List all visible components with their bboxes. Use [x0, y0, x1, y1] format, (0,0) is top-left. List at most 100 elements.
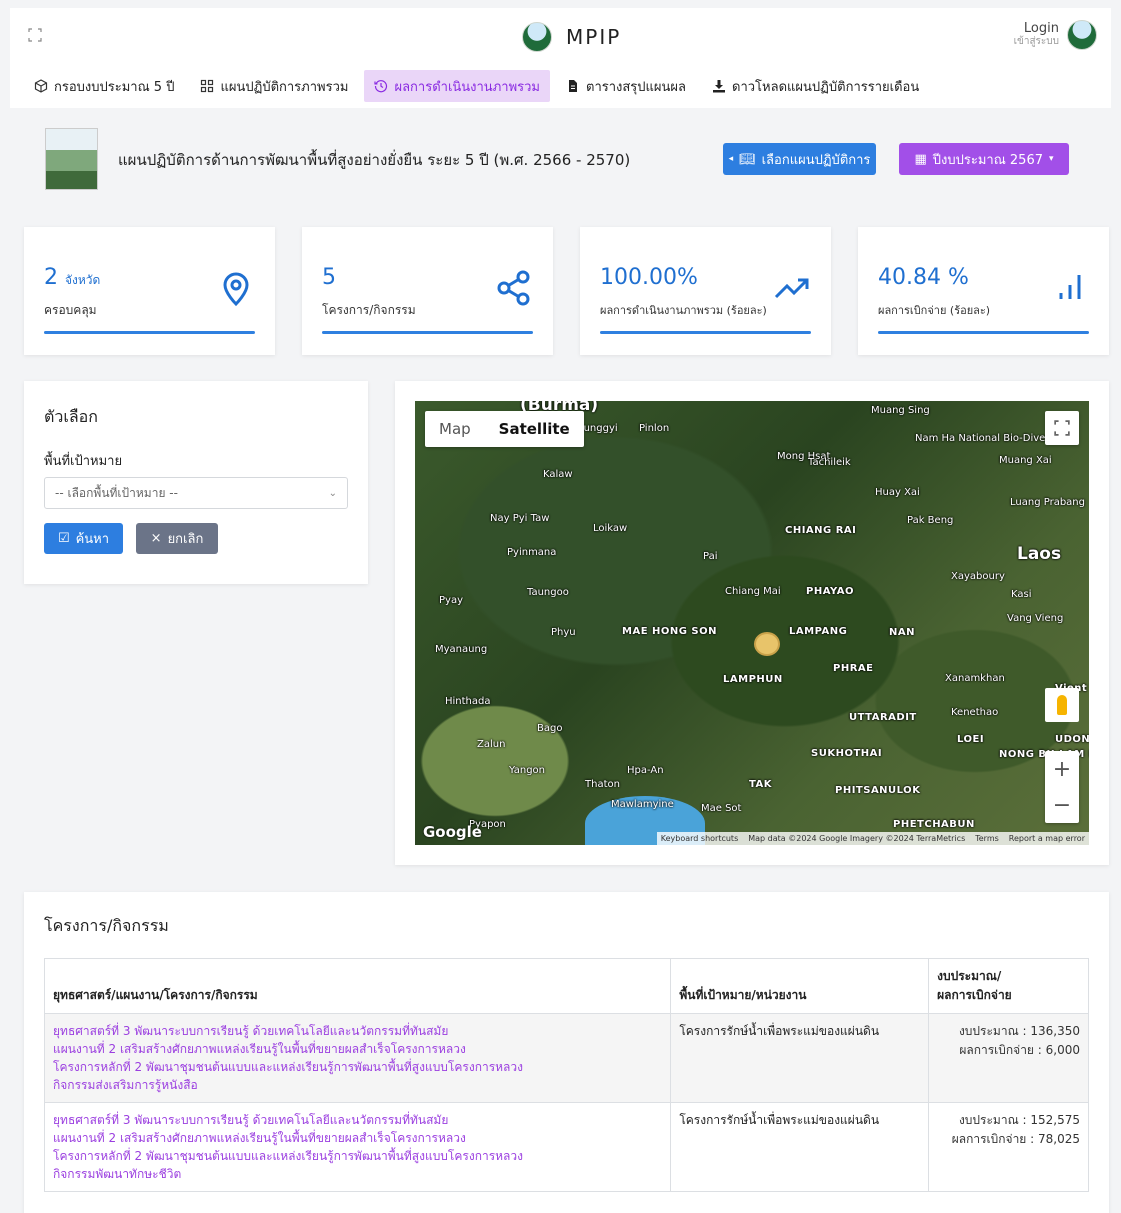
menu-item-overall-plan[interactable]: แผนปฏิบัติการภาพรวม: [190, 70, 358, 102]
map-fullscreen-button[interactable]: [1045, 411, 1079, 445]
fiscal-year-dropdown[interactable]: ▦ ปีงบประมาณ 2567 ▾: [899, 143, 1069, 175]
map-pin-icon: [223, 272, 249, 307]
activity-link[interactable]: กิจกรรมส่งเสริมการรู้หนังสือ: [53, 1076, 662, 1094]
menu-item-label: กรอบงบประมาณ 5 ปี: [54, 79, 175, 95]
fiscal-year-label: ปีงบประมาณ 2567: [932, 152, 1043, 168]
stat-underline: [600, 331, 811, 334]
select-plan-button[interactable]: ◂ 📖︎ เลือกแผนปฏิบัติการ: [723, 143, 876, 175]
map-place-label: Laos: [1017, 544, 1062, 564]
bar-chart-icon: [1059, 275, 1081, 299]
stat-card-performance: 100.00% ผลการดำเนินงานภาพรวม (ร้อยละ): [580, 227, 831, 355]
stat-label: โครงการ/กิจกรรม: [322, 303, 416, 317]
target-area-select[interactable]: -- เลือกพื้นที่เป้าหมาย -- ⌄: [44, 477, 348, 509]
map-place-label: PHITSANULOK: [835, 785, 921, 796]
projects-title: โครงการ/กิจกรรม: [44, 916, 169, 935]
select-plan-label: เลือกแผนปฏิบัติการ: [761, 152, 871, 168]
history-icon: [374, 80, 388, 93]
map-place-label: Nay Pyi Taw: [490, 513, 550, 524]
budget-value: งบประมาณ : 136,350: [958, 1024, 1080, 1038]
projects-panel: โครงการ/กิจกรรม ยุทธศาสตร์/แผนงาน/โครงกา…: [24, 892, 1109, 1213]
stat-value: 100.00%: [600, 265, 698, 290]
map-place-label: Zalun: [477, 739, 506, 750]
plan-title: แผนปฏิบัติการด้านการพัฒนาพื้นที่สูงอย่าง…: [118, 151, 631, 169]
main-project-link[interactable]: โครงการหลักที่ 2 พัฒนาชุมชนต้นแบบและแหล่…: [53, 1147, 662, 1165]
map-place-label: TAK: [749, 779, 773, 790]
menu-item-label: ดาวโหลดแผนปฏิบัติการรายเดือน: [732, 79, 920, 95]
map-zoom-controls: + −: [1045, 751, 1079, 823]
menu-item-label: ผลการดำเนินงานภาพรวม: [394, 79, 540, 95]
map-type-map-button[interactable]: Map: [425, 411, 485, 447]
plan-link[interactable]: แผนงานที่ 2 เสริมสร้างศักยภาพแหล่งเรียนร…: [53, 1040, 662, 1058]
table-row[interactable]: ยุทธศาสตร์ที่ 3 พัฒนาระบบการเรียนรู้ ด้ว…: [43, 1013, 1089, 1103]
fullscreen-icon: [1054, 420, 1070, 436]
login-button[interactable]: Login เข้าสู่ระบบ: [1014, 20, 1097, 50]
table-row[interactable]: ยุทธศาสตร์ที่ 3 พัฒนาระบบการเรียนรู้ ด้ว…: [43, 1102, 1089, 1192]
plan-link[interactable]: แผนงานที่ 2 เสริมสร้างศักยภาพแหล่งเรียนร…: [53, 1129, 662, 1147]
project-path[interactable]: ยุทธศาสตร์ที่ 3 พัฒนาระบบการเรียนรู้ ด้ว…: [43, 1013, 672, 1103]
map-place-label: Hinthada: [445, 696, 491, 707]
stat-card-disbursement: 40.84 % ผลการเบิกจ่าย (ร้อยละ): [858, 227, 1109, 355]
map-place-label: Taungoo: [527, 587, 569, 598]
map-canvas[interactable]: (Burma) Taunggyi Pinlon Muang Sing Nam Ha Na…: [415, 401, 1089, 845]
map-place-label: SUKHOTHAI: [811, 748, 883, 759]
project-path[interactable]: ยุทธศาสตร์ที่ 3 พัฒนาระบบการเรียนรู้ ด้ว…: [43, 1102, 672, 1192]
user-avatar-icon: [1067, 20, 1097, 50]
target-area-label: พื้นที่เป้าหมาย: [44, 454, 123, 469]
chevron-down-icon: ⌄: [328, 487, 337, 499]
cube-icon: [34, 79, 48, 93]
activity-link[interactable]: กิจกรรมพัฒนาทักษะชีวิต: [53, 1165, 662, 1183]
map-place-label: LAMPHUN: [723, 674, 783, 685]
map-place-label: Kenethao: [951, 707, 999, 718]
map-place-label: Pai: [703, 551, 718, 562]
fullscreen-icon[interactable]: [28, 28, 42, 42]
map-place-label: PHETCHABUN: [893, 819, 975, 830]
map-place-label: Hpa-An: [627, 765, 664, 776]
map-place-label: UDON TH: [1055, 734, 1089, 745]
top-header: MPIP Login เข้าสู่ระบบ: [10, 8, 1111, 64]
menu-item-budget-frame[interactable]: กรอบงบประมาณ 5 ปี: [24, 70, 184, 102]
map-place-label: Mawlamyine: [611, 799, 674, 810]
book-icon: 📖︎: [739, 151, 756, 167]
strategy-link[interactable]: ยุทธศาสตร์ที่ 3 พัฒนาระบบการเรียนรู้ ด้ว…: [53, 1022, 662, 1040]
stat-label: ครอบคลุม: [44, 303, 97, 317]
stat-value: 40.84 %: [878, 265, 969, 290]
menu-item-overall-results[interactable]: ผลการดำเนินงานภาพรวม: [364, 70, 550, 102]
zoom-out-button[interactable]: −: [1045, 787, 1079, 823]
grid-icon: [201, 79, 214, 93]
menu-item-label: ตารางสรุปแผนผล: [586, 79, 687, 95]
map-place-label: Chiang Mai: [725, 586, 781, 597]
login-label: Login: [1023, 21, 1059, 36]
main-project-link[interactable]: โครงการหลักที่ 2 พัฒนาชุมชนต้นแบบและแหล่…: [53, 1058, 662, 1076]
keyboard-shortcuts-link[interactable]: Keyboard shortcuts: [661, 834, 738, 843]
street-view-pegman-icon[interactable]: [1045, 688, 1079, 722]
spent-value: ผลการเบิกจ่าย : 78,025: [951, 1132, 1080, 1146]
report-map-error-link[interactable]: Report a map error: [1009, 834, 1085, 843]
budget-cell: งบประมาณ : 136,350 ผลการเบิกจ่าย : 6,000: [928, 1013, 1089, 1103]
map-place-label: Huay Xai: [875, 487, 920, 498]
trend-up-icon: [774, 278, 809, 299]
file-icon: [569, 80, 577, 92]
project-marker-icon[interactable]: [754, 632, 780, 656]
filter-panel: ตัวเลือก พื้นที่เป้าหมาย -- เลือกพื้นที่…: [24, 381, 368, 584]
menu-item-monthly-download[interactable]: ดาวโหลดแผนปฏิบัติการรายเดือน: [702, 70, 929, 102]
map-type-satellite-button[interactable]: Satellite: [485, 411, 584, 447]
check-square-icon: ☑︎: [57, 531, 70, 546]
brand-name: MPIP: [566, 25, 622, 49]
terms-link[interactable]: Terms: [975, 834, 999, 843]
map-place-label: Kasi: [1011, 589, 1032, 600]
map-place-label: NAN: [889, 627, 915, 638]
chevron-left-icon: ◂: [728, 154, 734, 164]
stat-underline: [878, 331, 1089, 334]
stat-label: ผลการดำเนินงานภาพรวม (ร้อยละ): [600, 304, 767, 317]
map-type-toggle: Map Satellite: [425, 411, 584, 447]
search-button[interactable]: ☑︎ ค้นหา: [44, 523, 123, 554]
brand-logo-icon: [522, 22, 552, 52]
brand[interactable]: MPIP: [522, 22, 621, 52]
map-place-label: Muang Xai: [999, 455, 1052, 466]
menu-item-summary-table[interactable]: ตารางสรุปแผนผล: [556, 70, 696, 102]
target-area-cell: โครงการรักษ์น้ำเพื่อพระแม่ของแผ่นดิน: [670, 1013, 930, 1103]
strategy-link[interactable]: ยุทธศาสตร์ที่ 3 พัฒนาระบบการเรียนรู้ ด้ว…: [53, 1111, 662, 1129]
zoom-in-button[interactable]: +: [1045, 751, 1079, 787]
cancel-button[interactable]: × ยกเลิก: [136, 523, 218, 554]
stat-card-provinces: 2 จังหวัด ครอบคลุม: [24, 227, 275, 355]
